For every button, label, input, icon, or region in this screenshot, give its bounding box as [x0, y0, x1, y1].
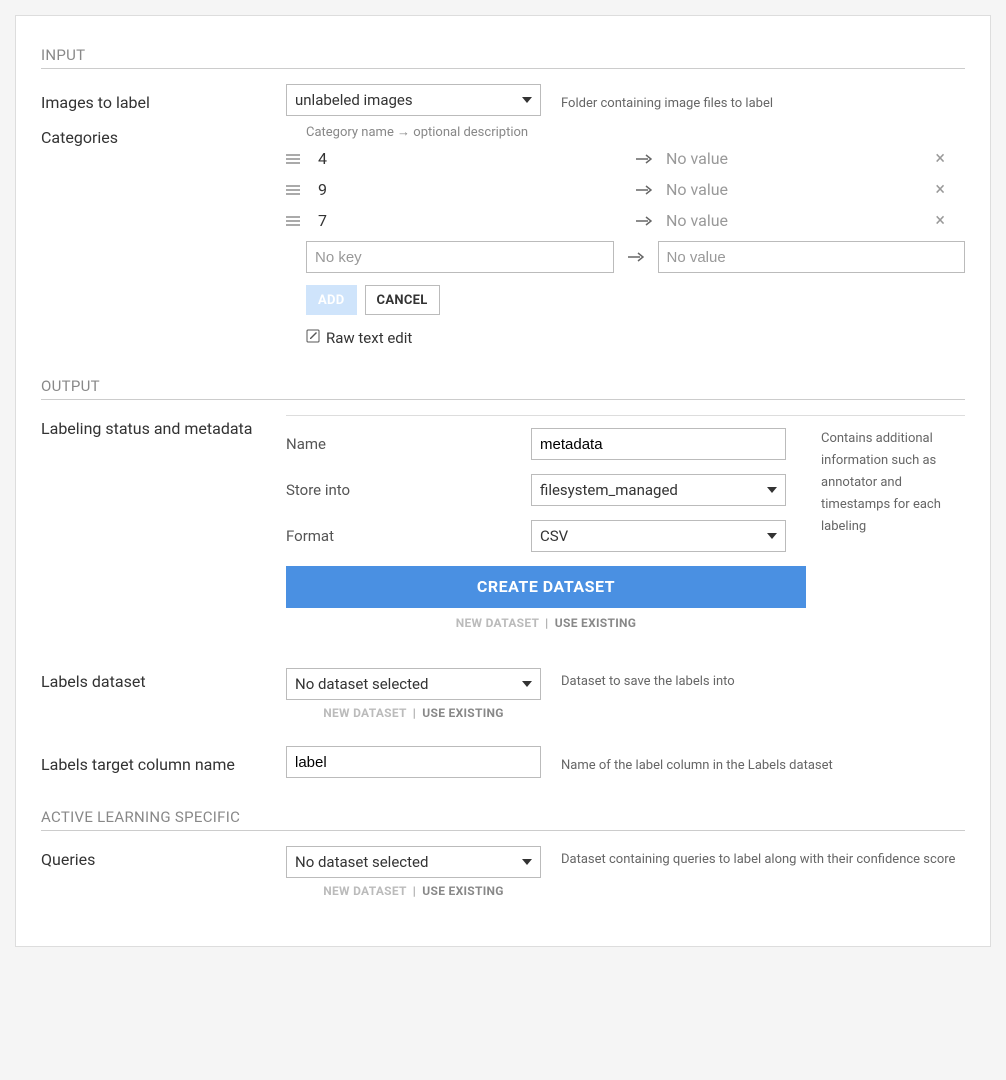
edit-icon	[306, 329, 320, 347]
label-labels-target-column: Labels target column name	[41, 751, 286, 774]
create-dataset-button[interactable]: CREATE DATASET	[286, 566, 806, 608]
select-images-to-label[interactable]: unlabeled images	[286, 84, 541, 116]
new-category-value-input[interactable]	[658, 241, 966, 273]
cancel-category-button[interactable]: CANCEL	[365, 285, 440, 315]
select-queries-value: No dataset selected	[295, 853, 428, 871]
select-store-into-value: filesystem_managed	[540, 481, 678, 499]
label-name: Name	[286, 435, 531, 453]
category-row: 4 No value ×	[286, 148, 965, 169]
toggle-use-existing[interactable]: USE EXISTING	[555, 616, 637, 630]
label-labeling-status: Labeling status and metadata	[41, 415, 286, 438]
select-store-into[interactable]: filesystem_managed	[531, 474, 786, 506]
helper-queries: Dataset containing queries to label alon…	[541, 846, 965, 867]
label-categories: Categories	[41, 124, 286, 147]
config-panel: INPUT Images to label unlabeled images F…	[15, 15, 991, 947]
section-header-output: OUTPUT	[41, 377, 965, 400]
arrow-right-icon	[636, 181, 652, 199]
label-labels-dataset: Labels dataset	[41, 668, 286, 691]
category-row: 9 No value ×	[286, 179, 965, 200]
select-labels-dataset-value: No dataset selected	[295, 675, 428, 693]
dataset-mode-toggle: NEW DATASET | USE EXISTING	[286, 616, 806, 630]
remove-category-icon[interactable]: ×	[925, 210, 965, 231]
metadata-name-input[interactable]	[531, 428, 786, 460]
remove-category-icon[interactable]: ×	[925, 148, 965, 169]
select-labels-dataset[interactable]: No dataset selected	[286, 668, 541, 700]
toggle-use-existing[interactable]: USE EXISTING	[422, 706, 504, 720]
label-queries: Queries	[41, 846, 286, 869]
toggle-new-dataset[interactable]: NEW DATASET	[323, 884, 406, 898]
helper-labels-dataset: Dataset to save the labels into	[541, 668, 965, 689]
helper-images-to-label: Folder containing image files to label	[541, 90, 965, 111]
section-header-active-learning: ACTIVE LEARNING SPECIFIC	[41, 808, 965, 831]
new-category-key-input[interactable]	[306, 241, 614, 273]
labels-dataset-mode-toggle: NEW DATASET | USE EXISTING	[286, 706, 541, 720]
label-store-into: Store into	[286, 481, 531, 499]
label-images-to-label: Images to label	[41, 89, 286, 112]
caret-down-icon	[767, 533, 777, 539]
select-images-to-label-value: unlabeled images	[295, 91, 413, 109]
drag-handle-icon[interactable]	[286, 215, 304, 227]
select-format[interactable]: CSV	[531, 520, 786, 552]
drag-handle-icon[interactable]	[286, 184, 304, 196]
category-key[interactable]: 4	[312, 149, 622, 168]
caret-down-icon	[522, 681, 532, 687]
category-key[interactable]: 7	[312, 211, 622, 230]
select-queries[interactable]: No dataset selected	[286, 846, 541, 878]
remove-category-icon[interactable]: ×	[925, 179, 965, 200]
queries-mode-toggle: NEW DATASET | USE EXISTING	[286, 884, 541, 898]
caret-down-icon	[767, 487, 777, 493]
drag-handle-icon[interactable]	[286, 153, 304, 165]
arrow-right-icon	[628, 248, 644, 266]
section-header-input: INPUT	[41, 46, 965, 69]
label-format: Format	[286, 527, 531, 545]
category-value[interactable]: No value	[666, 180, 917, 199]
toggle-new-dataset[interactable]: NEW DATASET	[323, 706, 406, 720]
categories-hint: Category name → optional description	[306, 124, 965, 140]
category-key[interactable]: 9	[312, 180, 622, 199]
toggle-new-dataset[interactable]: NEW DATASET	[456, 616, 539, 630]
add-category-button[interactable]: ADD	[306, 285, 357, 315]
helper-labels-target: Name of the label column in the Labels d…	[541, 752, 965, 773]
helper-metadata: Contains additional information such as …	[821, 428, 965, 538]
select-format-value: CSV	[540, 527, 568, 545]
category-row: 7 No value ×	[286, 210, 965, 231]
toggle-use-existing[interactable]: USE EXISTING	[422, 884, 504, 898]
category-value[interactable]: No value	[666, 211, 917, 230]
arrow-right-icon	[636, 212, 652, 230]
category-value[interactable]: No value	[666, 149, 917, 168]
raw-text-edit-label: Raw text edit	[326, 329, 412, 347]
raw-text-edit-link[interactable]: Raw text edit	[306, 329, 412, 347]
caret-down-icon	[522, 97, 532, 103]
arrow-right-icon	[636, 150, 652, 168]
caret-down-icon	[522, 859, 532, 865]
labels-target-column-input[interactable]	[286, 746, 541, 778]
